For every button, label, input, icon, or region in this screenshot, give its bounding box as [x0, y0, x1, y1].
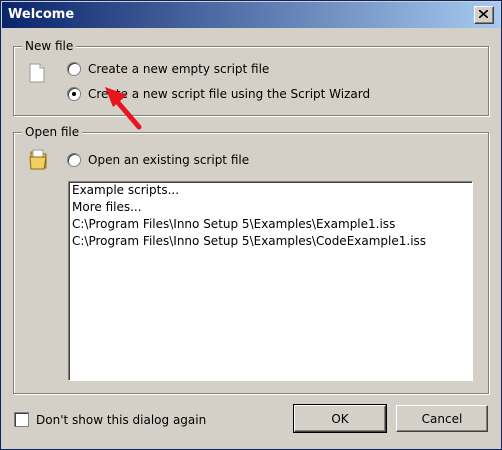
list-item[interactable]: C:\Program Files\Inno Setup 5\Examples\C… [69, 233, 472, 250]
document-icon [29, 63, 45, 83]
ok-button[interactable]: OK [293, 404, 387, 433]
open-file-legend: Open file [22, 125, 83, 139]
list-item[interactable]: More files... [69, 199, 472, 216]
list-item[interactable]: C:\Program Files\Inno Setup 5\Examples\E… [69, 216, 472, 233]
welcome-dialog: Welcome New file Create a new empty scri… [0, 0, 502, 450]
recent-files-list[interactable]: Example scripts... More files... C:\Prog… [68, 181, 473, 381]
close-icon [479, 10, 488, 18]
close-button[interactable] [474, 6, 494, 24]
dont-show-checkbox-row[interactable]: Don't show this dialog again [14, 412, 206, 427]
radio-button[interactable] [67, 62, 81, 76]
annotation-arrow-icon [105, 87, 142, 130]
dont-show-label: Don't show this dialog again [36, 412, 207, 427]
radio-open-existing-label: Open an existing script file [88, 153, 250, 167]
title-bar: Welcome [2, 2, 500, 28]
list-item[interactable]: Example scripts... [69, 182, 472, 199]
radio-button[interactable] [67, 153, 81, 167]
radio-open-existing[interactable]: Open an existing script file [67, 151, 249, 169]
radio-new-empty[interactable]: Create a new empty script file [67, 60, 269, 78]
dont-show-checkbox[interactable] [14, 412, 29, 427]
radio-new-empty-label: Create a new empty script file [88, 62, 270, 76]
open-folder-icon [29, 149, 47, 170]
radio-button-selected[interactable] [67, 87, 81, 101]
cancel-button[interactable]: Cancel [396, 405, 488, 432]
new-file-legend: New file [22, 39, 77, 53]
new-file-group: New file [13, 39, 489, 116]
window-title: Welcome [8, 7, 75, 22]
